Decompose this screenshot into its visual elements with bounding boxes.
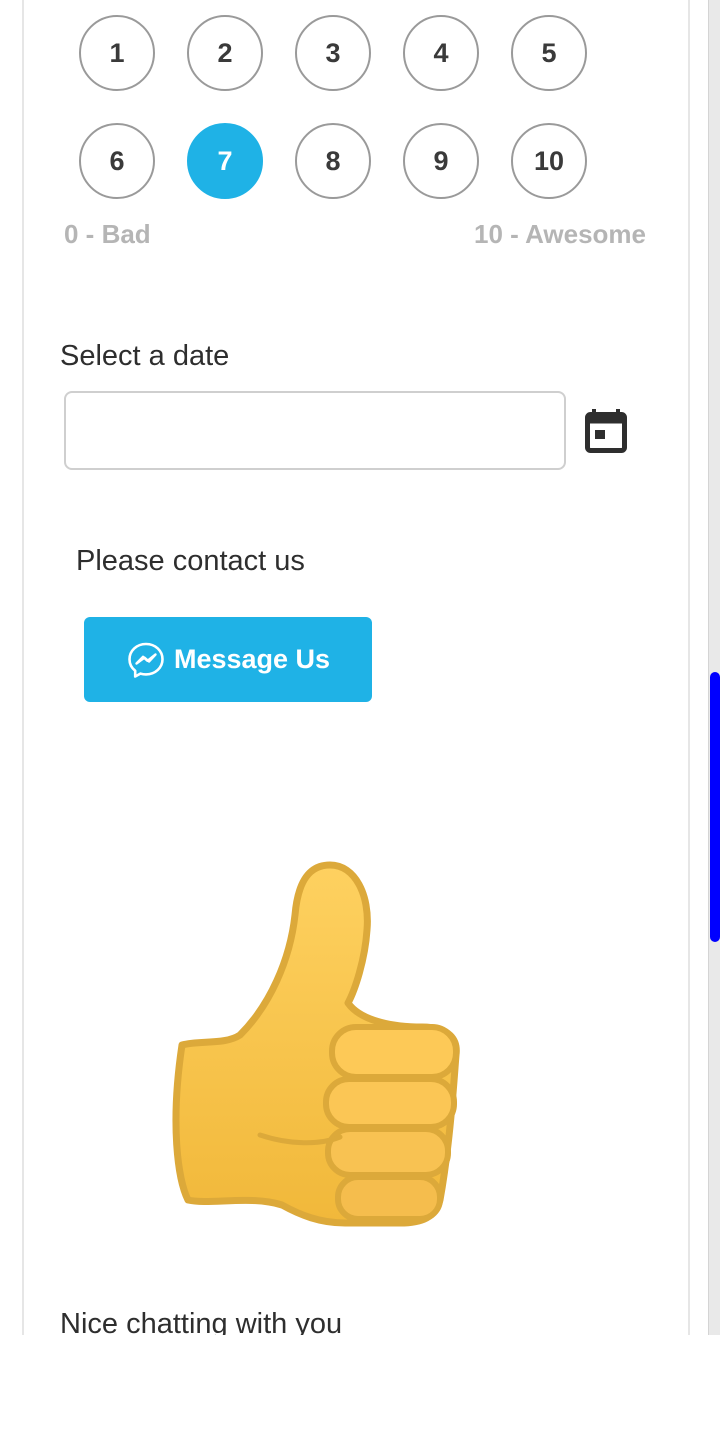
rating-high-label: 10 - Awesome xyxy=(474,219,646,249)
rating-option-7[interactable]: 7 xyxy=(187,123,263,199)
scrollbar-thumb[interactable] xyxy=(710,672,720,942)
rating-option-4[interactable]: 4 xyxy=(403,15,479,91)
rating-option-8[interactable]: 8 xyxy=(295,123,371,199)
closing-message: Nice chatting with you xyxy=(60,1308,343,1335)
rating-low-label: 0 - Bad xyxy=(64,219,151,249)
thumbs-up-icon xyxy=(172,861,460,1227)
rating-option-6[interactable]: 6 xyxy=(79,123,155,199)
rating-option-10[interactable]: 10 xyxy=(511,123,587,199)
date-field-label: Select a date xyxy=(60,340,230,372)
message-us-label: Message Us xyxy=(173,644,331,674)
message-us-button[interactable]: Message Us xyxy=(84,617,372,702)
rating-option-1[interactable]: 1 xyxy=(79,15,155,91)
rating-option-5[interactable]: 5 xyxy=(511,15,587,91)
rating-option-9[interactable]: 9 xyxy=(403,123,479,199)
scrollbar-track[interactable] xyxy=(708,0,720,1335)
date-input[interactable] xyxy=(64,391,566,470)
calendar-icon[interactable] xyxy=(585,409,627,453)
rating-option-2[interactable]: 2 xyxy=(187,15,263,91)
contact-prompt: Please contact us xyxy=(76,545,305,577)
messenger-icon xyxy=(128,642,164,678)
chat-viewport[interactable]: 1 2 3 4 5 6 7 8 9 10 0 - Bad 10 - Awesom… xyxy=(0,0,720,1335)
rating-option-3[interactable]: 3 xyxy=(295,15,371,91)
